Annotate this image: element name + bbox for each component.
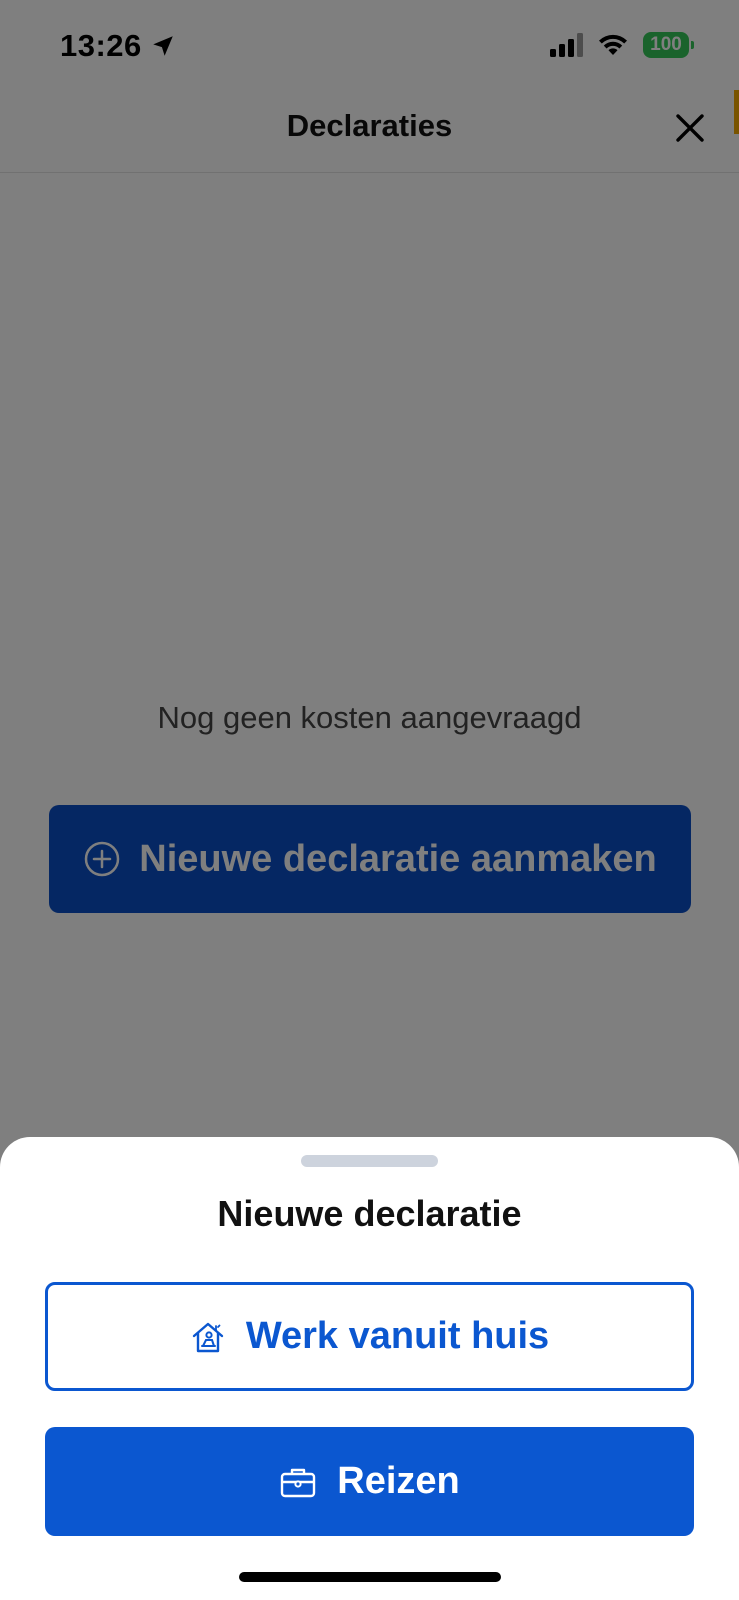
travel-label: Reizen [337, 1460, 460, 1502]
briefcase-icon [279, 1464, 317, 1500]
work-from-home-label: Werk vanuit huis [245, 1315, 550, 1357]
bottom-sheet: Nieuwe declaratie Werk vanuit huis Reize… [0, 1137, 739, 1600]
sheet-title: Nieuwe declaratie [217, 1193, 522, 1234]
app-screen: 13:26 100 [0, 0, 739, 1600]
sheet-grabber[interactable] [301, 1155, 438, 1167]
work-from-home-button[interactable]: Werk vanuit huis [45, 1282, 694, 1391]
travel-button[interactable]: Reizen [45, 1427, 694, 1536]
home-work-icon [190, 1319, 226, 1355]
home-indicator[interactable] [239, 1572, 501, 1582]
